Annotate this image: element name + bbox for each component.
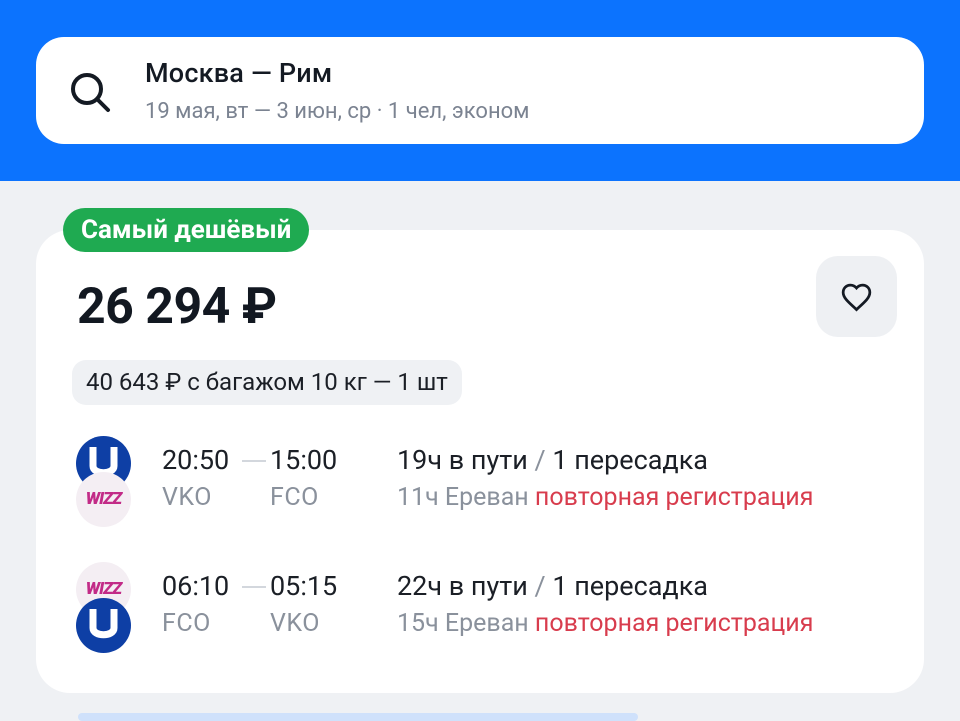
stopover-info: 15ч Ереван повторная регистрация (397, 609, 814, 638)
stopover-info: 11ч Ереван повторная регистрация (397, 483, 814, 512)
search-summary[interactable] (36, 37, 924, 144)
time-separator (242, 586, 266, 588)
departure-airport: VKO (162, 483, 212, 512)
search-details[interactable]: 19 мая, вт — 3 июн, ср · 1 чел, эконом (145, 99, 530, 124)
cheapest-badge: Самый дешёвый (63, 208, 310, 252)
recheck-warning: повторная регистрация (534, 609, 814, 638)
route-title[interactable]: Москва — Рим (145, 57, 332, 89)
offer-price: 26 294 ₽ (77, 278, 277, 336)
recheck-warning: повторная регистрация (534, 483, 814, 512)
departure-time: 06:10 (162, 570, 230, 602)
departure-airport: FCO (162, 609, 211, 638)
search-icon[interactable] (68, 70, 112, 114)
trip-duration: 19ч в пути / 1 пересадка (397, 444, 708, 476)
arrival-time: 15:00 (270, 444, 338, 476)
favorite-button[interactable] (816, 256, 897, 337)
baggage-price[interactable]: 40 643 ₽ с багажом 10 кг — 1 шт (72, 360, 462, 405)
arrival-airport: FCO (270, 483, 319, 512)
arrival-time: 05:15 (270, 570, 338, 602)
airline-logo-wizz: WIZZ (76, 472, 131, 527)
departure-time: 20:50 (162, 444, 230, 476)
heart-icon (841, 283, 872, 312)
trip-duration: 22ч в пути / 1 пересадка (397, 570, 708, 602)
time-separator (242, 460, 266, 462)
arrival-airport: VKO (270, 609, 320, 638)
next-card-edge (78, 713, 638, 721)
airline-logo-utair (76, 598, 131, 653)
